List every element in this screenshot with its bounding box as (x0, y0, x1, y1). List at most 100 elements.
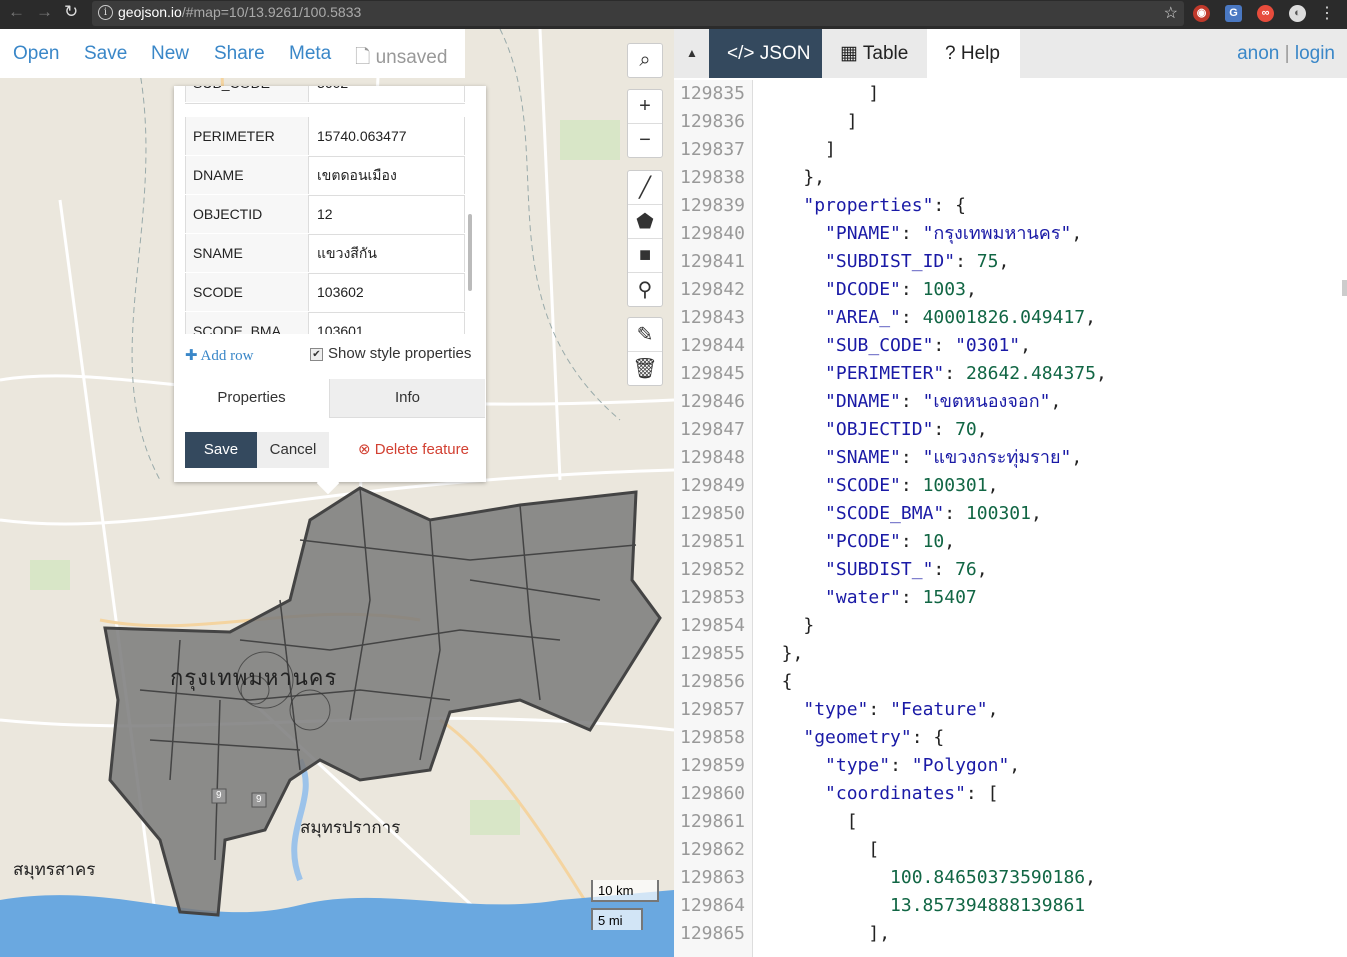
line-number: 129862 (680, 839, 746, 860)
property-value-input[interactable]: 103601 (310, 312, 465, 334)
tab-properties[interactable]: Properties (174, 379, 329, 417)
map-label-bangkok: กรุงเทพมหานคร (170, 665, 338, 690)
properties-table[interactable]: SUB_CODE3602PERIMETER15740.063477DNAMEเข… (185, 86, 465, 334)
auth-links: anon | login (1237, 43, 1335, 65)
line-number: 129853 (680, 587, 746, 608)
property-value-input[interactable]: แขวงสีกัน (310, 234, 465, 272)
meta-button[interactable]: Meta (289, 43, 331, 65)
code-text: "DCODE": 1003, (825, 279, 977, 300)
code-text: "water": 15407 (825, 587, 977, 608)
property-key-input[interactable]: SNAME (185, 234, 309, 272)
show-style-label: Show style properties (328, 345, 472, 362)
code-text: ], (760, 923, 891, 944)
map-label-samut-prakan: สมุทรปราการ (300, 818, 401, 837)
json-editor[interactable]: 129835 ] 129836 ] 129837 ] 129838 }, 129839 … (674, 80, 1347, 957)
search-icon[interactable]: ⌕ (628, 44, 662, 77)
collapse-panel-icon[interactable]: ▲ (686, 46, 698, 60)
code-line: 129855 }, (674, 640, 1347, 668)
code-line: 129848 "SNAME": "แขวงกระทุ่มราย", (674, 444, 1347, 472)
line-number: 129839 (680, 195, 746, 216)
property-value-input[interactable]: 12 (310, 195, 465, 233)
line-number: 129859 (680, 755, 746, 776)
line-number: 129855 (680, 643, 746, 664)
menu-icon[interactable]: ⋮ (1319, 3, 1335, 23)
property-row: OBJECTID 12 (185, 195, 465, 235)
login-link[interactable]: login (1295, 43, 1335, 64)
back-arrow-icon[interactable]: ← (8, 2, 25, 22)
open-button[interactable]: Open (13, 43, 59, 65)
anon-user-link[interactable]: anon (1237, 43, 1279, 64)
code-line: 129839 "properties": { (674, 192, 1347, 220)
table-scrollbar[interactable] (468, 214, 472, 291)
property-key-input[interactable]: SCODE_BMA (185, 312, 309, 334)
line-number: 129851 (680, 531, 746, 552)
road-shield: 9 (256, 794, 262, 805)
save-button[interactable]: Save (84, 43, 127, 65)
panel-header: ▲ </> JSON ▦ Table ? Help anon | login (674, 29, 1347, 78)
line-number: 129845 (680, 363, 746, 384)
line-number: 129844 (680, 335, 746, 356)
property-value-input[interactable]: 103602 (310, 273, 465, 311)
feature-popup: SUB_CODE3602PERIMETER15740.063477DNAMEเข… (174, 86, 486, 495)
delete-feature-button[interactable]: ⊗ Delete feature (356, 432, 471, 468)
line-number: 129861 (680, 811, 746, 832)
property-key-input[interactable]: SCODE (185, 273, 309, 311)
zoom-in-icon[interactable]: + (628, 90, 662, 123)
code-text: "properties": { (803, 195, 966, 216)
extension-icon[interactable]: ◉ (1193, 5, 1210, 22)
zoom-control: + − (627, 89, 663, 158)
property-row: SCODE_BMA 103601 (185, 312, 465, 334)
property-value-input[interactable]: 3602 (310, 86, 465, 102)
translate-extension-icon[interactable]: G (1225, 5, 1242, 22)
add-row-button[interactable]: ✚ Add row (185, 346, 253, 365)
draw-rectangle-icon[interactable]: ■ (628, 238, 662, 272)
star-icon[interactable]: ☆ (1164, 3, 1178, 23)
new-button[interactable]: New (151, 43, 189, 65)
code-line: 129842 "DCODE": 1003, (674, 276, 1347, 304)
extension-icon[interactable]: ◐ (1289, 5, 1306, 22)
property-value-input[interactable]: เขตดอนเมือง (310, 156, 465, 194)
show-style-checkbox[interactable]: ✔ (310, 348, 323, 361)
remove-circle-icon: ⊗ (358, 441, 371, 458)
property-row: SCODE 103602 (185, 273, 465, 313)
code-line: 129859 "type": "Polygon", (674, 752, 1347, 780)
tab-table[interactable]: ▦ Table (822, 29, 927, 78)
show-style-toggle[interactable]: ✔ Show style properties (310, 345, 471, 362)
popup-cancel-button[interactable]: Cancel (257, 432, 329, 468)
line-number: 129835 (680, 83, 746, 104)
property-key-input[interactable]: DNAME (185, 156, 309, 194)
code-line: 129852 "SUBDIST_": 76, (674, 556, 1347, 584)
line-number: 129863 (680, 867, 746, 888)
property-key-input[interactable]: PERIMETER (185, 117, 309, 155)
zoom-out-icon[interactable]: − (628, 123, 662, 157)
line-number: 129858 (680, 727, 746, 748)
tab-help[interactable]: ? Help (927, 29, 1020, 78)
draw-line-icon[interactable]: ╱ (628, 171, 662, 204)
draw-polygon-icon[interactable]: ⬟ (628, 204, 662, 238)
tab-info[interactable]: Info (329, 379, 485, 418)
line-number: 129841 (680, 251, 746, 272)
unsaved-label: unsaved (375, 47, 448, 68)
code-text: "PERIMETER": 28642.484375, (825, 363, 1107, 384)
property-key-input[interactable]: OBJECTID (185, 195, 309, 233)
code-text: }, (760, 167, 826, 188)
property-key-input[interactable]: SUB_CODE (185, 86, 309, 102)
share-button[interactable]: Share (214, 43, 265, 65)
code-text: } (760, 615, 815, 636)
edit-layers-icon[interactable]: ✎ (628, 318, 662, 351)
code-text: "SNAME": "แขวงกระทุ่มราย", (825, 447, 1083, 468)
reload-icon[interactable]: ↻ (64, 2, 78, 22)
code-text: "PCODE": 10, (825, 531, 956, 552)
editor-scrollbar[interactable] (1342, 280, 1347, 296)
info-icon[interactable]: i (98, 5, 113, 20)
line-number: 129860 (680, 783, 746, 804)
table-icon: ▦ (840, 43, 858, 64)
address-bar[interactable]: i geojson.io/#map=10/13.9261/100.5833 ☆ (92, 1, 1184, 26)
property-value-input[interactable]: 15740.063477 (310, 117, 465, 155)
popup-save-button[interactable]: Save (185, 432, 257, 468)
tab-json[interactable]: </> JSON (709, 29, 822, 78)
forward-arrow-icon[interactable]: → (36, 2, 53, 22)
delete-layers-icon[interactable]: 🗑 (628, 351, 662, 385)
extension-icon[interactable]: ∞ (1257, 5, 1274, 22)
draw-marker-icon[interactable]: ⚲ (628, 272, 662, 306)
